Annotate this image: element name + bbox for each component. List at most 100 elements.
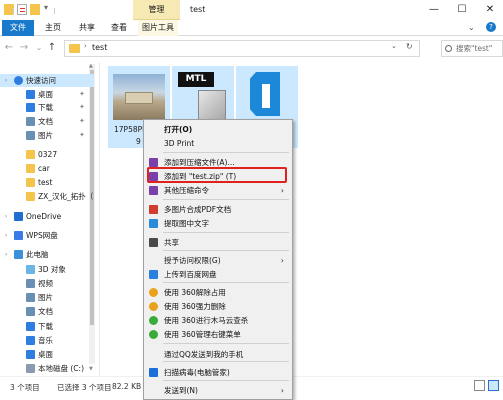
sidebar-item[interactable]: 下载 ✦	[0, 101, 94, 114]
sidebar-item[interactable]: 0327	[0, 148, 94, 161]
window-title: test	[190, 5, 206, 14]
cloud-icon	[14, 231, 23, 240]
context-menu-item[interactable]: 使用 360进行木马云查杀	[145, 314, 291, 327]
expand-chevron-icon[interactable]: ›	[5, 74, 7, 87]
search-icon	[445, 45, 452, 52]
folder-icon	[26, 150, 35, 159]
context-menu-item[interactable]: 多图片合成PDF文档	[145, 203, 291, 216]
sidebar-item[interactable]: 桌面 ✦	[0, 88, 94, 101]
sidebar-item-label: 视频	[38, 279, 53, 288]
context-menu-item[interactable]: 提取图中文字	[145, 217, 291, 230]
context-menu-item[interactable]: 使用 360管理右键菜单	[145, 328, 291, 341]
file-name-cont: 9	[136, 137, 141, 146]
folder-icon	[26, 178, 35, 187]
large-icons-view-icon[interactable]	[488, 380, 499, 391]
breadcrumb[interactable]: test	[92, 43, 107, 52]
sidebar-item-label: 桌面	[38, 350, 53, 359]
context-menu-label: 使用 360管理右键菜单	[164, 330, 241, 339]
sidebar-item[interactable]: 音乐	[0, 334, 94, 347]
sidebar-item-label: test	[38, 178, 53, 187]
sidebar-item-label: 音乐	[38, 336, 53, 345]
title-bar: ▾ 管理 test — ☐ ✕	[0, 0, 503, 20]
download-icon	[26, 322, 35, 331]
quick-access-dropdown-icon[interactable]: ▾	[44, 3, 48, 12]
sidebar-item[interactable]: 3D 对象	[0, 263, 94, 276]
sidebar-item-label: 快速访问	[26, 76, 56, 85]
sidebar-item[interactable]: test	[0, 176, 94, 189]
tab-file[interactable]: 文件	[2, 20, 34, 36]
tab-view[interactable]: 查看	[106, 20, 132, 36]
expand-chevron-icon[interactable]: ›	[5, 210, 7, 223]
context-menu-label: 打开(O)	[164, 125, 193, 134]
context-menu-item[interactable]: 上传到百度网盘	[145, 268, 291, 281]
sidebar-item-label: 文档	[38, 117, 53, 126]
details-view-icon[interactable]	[474, 380, 485, 391]
pdf-icon	[149, 205, 158, 214]
maximize-button[interactable]: ☐	[448, 0, 476, 20]
sidebar-item[interactable]: 视频	[0, 277, 94, 290]
sidebar-item[interactable]: 下载	[0, 320, 94, 333]
scroll-up-icon[interactable]: ▲	[89, 63, 93, 69]
sidebar-item[interactable]: 本地磁盘 (C:)	[0, 362, 94, 375]
tab-picture-tools[interactable]: 图片工具	[138, 20, 178, 36]
context-menu-label: 扫描病毒(电脑管家)	[164, 368, 230, 377]
context-menu-item[interactable]: 打开(O)	[145, 123, 291, 136]
context-menu-item[interactable]: 通过QQ发送到我的手机	[145, 348, 291, 361]
context-menu-item[interactable]: 使用 360强力删除	[145, 300, 291, 313]
cloud-icon	[14, 212, 23, 221]
sidebar-item[interactable]: › 快速访问	[0, 74, 94, 87]
refresh-button[interactable]: ↻	[406, 42, 413, 51]
sidebar-item[interactable]: ZX_汉化_拓扑（	[0, 190, 94, 203]
360-menu-icon	[149, 330, 158, 339]
context-menu-item[interactable]: 发送到(N) ›	[145, 384, 291, 397]
folder-icon	[26, 164, 35, 173]
search-input[interactable]: 搜索"test"	[441, 40, 503, 57]
sidebar-item[interactable]: 文档 ✦	[0, 115, 94, 128]
context-menu-item[interactable]: 扫描病毒(电脑管家)	[145, 366, 291, 379]
sidebar-item[interactable]: › OneDrive	[0, 210, 94, 223]
properties-icon[interactable]	[17, 4, 27, 15]
context-tab-manage[interactable]: 管理	[133, 0, 180, 20]
context-menu-item[interactable]: 其他压缩命令 ›	[145, 184, 291, 197]
sidebar-item[interactable]: › WPS网盘	[0, 229, 94, 242]
sidebar-item-label: 本地磁盘 (C:)	[38, 364, 84, 373]
sidebar-item[interactable]: 图片 ✦	[0, 129, 94, 142]
up-button[interactable]: ↑	[45, 40, 59, 56]
drive-icon	[26, 364, 35, 373]
pictures-icon	[26, 293, 35, 302]
address-dropdown-icon[interactable]: ⌄	[391, 42, 397, 50]
context-menu-item[interactable]: 共享	[145, 236, 291, 249]
recent-locations-button[interactable]: ⌄	[32, 40, 46, 56]
context-menu-label: 提取图中文字	[164, 219, 209, 228]
expand-chevron-icon[interactable]: ›	[5, 229, 7, 242]
context-menu-item[interactable]: 3D Print	[145, 137, 291, 150]
mtl-badge: MTL	[178, 72, 214, 87]
sidebar-item[interactable]: car	[0, 162, 94, 175]
pin-icon: ✦	[79, 131, 85, 139]
back-button[interactable]: ←	[2, 40, 16, 56]
tab-home[interactable]: 主页	[40, 20, 66, 36]
360-delete-icon	[149, 302, 158, 311]
close-button[interactable]: ✕	[476, 0, 503, 20]
sidebar-item[interactable]: 图片	[0, 291, 94, 304]
highlight-box	[147, 167, 287, 183]
tab-share[interactable]: 共享	[74, 20, 100, 36]
forward-button[interactable]: →	[17, 40, 31, 56]
sidebar-item-label: WPS网盘	[26, 231, 58, 240]
menu-separator	[163, 343, 289, 344]
folder-icon	[69, 44, 80, 53]
ribbon-tabs: 文件 主页 共享 查看 图片工具 ⌄ ?	[0, 20, 503, 36]
submenu-arrow-icon: ›	[280, 186, 284, 195]
context-menu-item[interactable]: 使用 360解除占用	[145, 286, 291, 299]
minimize-button[interactable]: —	[420, 0, 448, 20]
help-icon[interactable]: ?	[486, 22, 496, 32]
expand-chevron-icon[interactable]: ›	[5, 248, 7, 261]
new-folder-icon[interactable]	[30, 4, 40, 15]
sidebar-item[interactable]: › 此电脑	[0, 248, 94, 261]
expand-ribbon-icon[interactable]: ⌄	[468, 23, 475, 32]
address-bar[interactable]: › test ⌄ ↻	[64, 40, 420, 57]
context-menu-item[interactable]: 授予访问权限(G) ›	[145, 254, 291, 267]
sidebar-item[interactable]: 桌面	[0, 348, 94, 361]
context-menu: 打开(O) 3D Print 添加到压缩文件(A)... 添加到 "test.zip"…	[143, 119, 293, 400]
sidebar-item[interactable]: 文档	[0, 305, 94, 318]
